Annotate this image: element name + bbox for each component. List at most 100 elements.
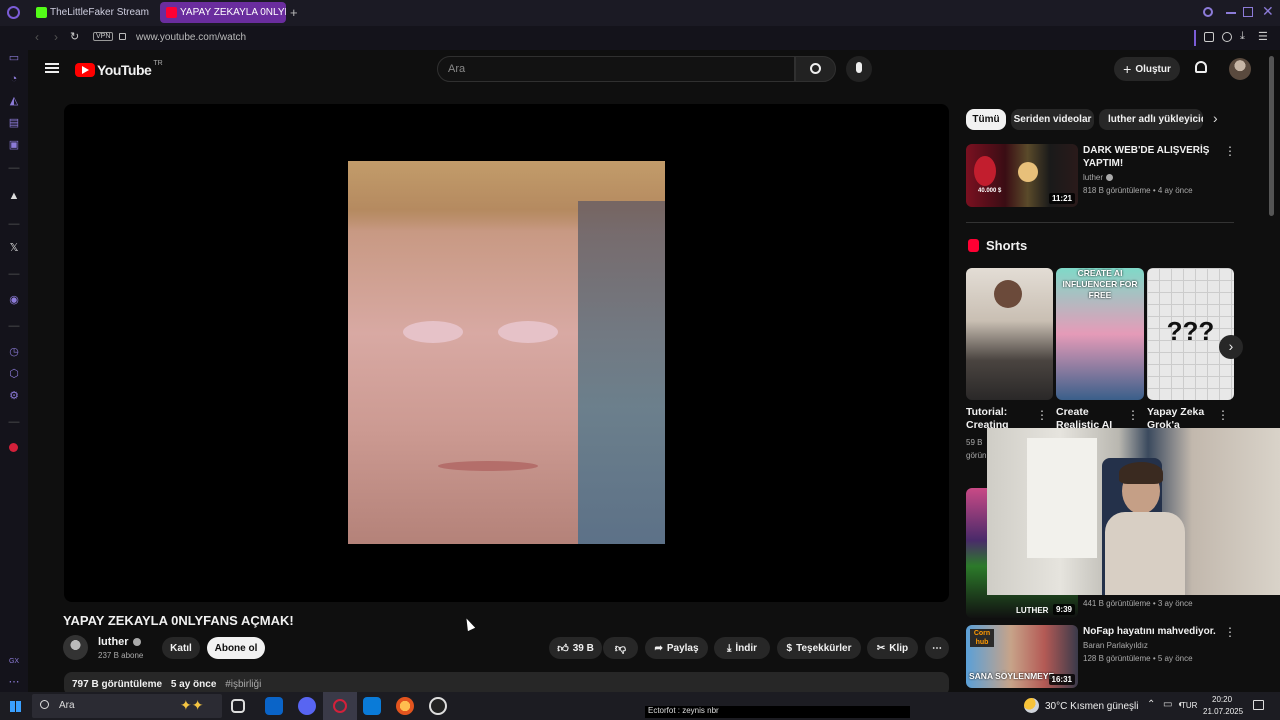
network-icon[interactable]: ▭: [1163, 699, 1172, 710]
recommended-title[interactable]: DARK WEB'DE ALIŞVERİŞ YAPTIM!: [1083, 144, 1213, 170]
notification-center-icon[interactable]: [1253, 700, 1264, 710]
firefox-icon[interactable]: [396, 697, 414, 715]
search-tabs-icon[interactable]: [1203, 7, 1213, 17]
gx-corner-icon[interactable]: ◭: [8, 95, 20, 107]
app-a-icon[interactable]: ▲: [8, 190, 20, 202]
hamburger-menu-icon[interactable]: [45, 63, 59, 73]
search-button[interactable]: [795, 56, 836, 82]
join-button[interactable]: Katıl: [162, 637, 200, 659]
history-icon[interactable]: ◷: [8, 346, 20, 358]
more-options-icon[interactable]: ⋮: [1217, 408, 1229, 422]
taskbar-search[interactable]: Ara ✦✦: [32, 694, 222, 718]
more-actions-button[interactable]: ⋯: [925, 637, 949, 659]
minimize-icon[interactable]: [1226, 12, 1236, 14]
shorts-next-button[interactable]: ›: [1219, 335, 1243, 359]
scissors-icon: ✂: [876, 642, 886, 654]
browser-sidebar: ▭ ◔ ◭ ▤ ▣ — ▲ — 𝕏 — ◉ — ◷ ⬡ ⚙ — GX ⋯: [0, 50, 28, 692]
filter-chip-all[interactable]: Tümü: [966, 109, 1006, 130]
workspaces-icon[interactable]: ▭: [8, 52, 20, 64]
search-icon: [40, 700, 49, 709]
messenger-icon[interactable]: ▣: [8, 139, 20, 151]
clock-date[interactable]: 21.07.2025: [1203, 707, 1243, 716]
thumb-red-figure: [974, 156, 996, 186]
opera-logo-icon[interactable]: [7, 6, 20, 19]
dislike-button[interactable]: 👎︎: [603, 637, 638, 659]
youtube-wordmark: YouTube: [97, 62, 152, 78]
windows-start-icon[interactable]: [10, 701, 21, 712]
weather-text[interactable]: 30°C Kısmen güneşli: [1045, 701, 1139, 712]
chat-ticker-text: Ectorfot : zeynis nbr: [648, 706, 719, 715]
close-window-icon[interactable]: ✕: [1262, 3, 1274, 20]
more-options-icon[interactable]: ⋮: [1036, 408, 1048, 422]
extensions-rail-icon[interactable]: ⬡: [8, 368, 20, 380]
obs-icon[interactable]: [429, 697, 447, 715]
video-player[interactable]: [64, 104, 949, 602]
extensions-icon[interactable]: [1204, 32, 1214, 42]
thumb-corn-badge: Corn hub: [970, 629, 994, 647]
aria-icon[interactable]: ◔: [8, 73, 20, 85]
discord-icon[interactable]: [298, 697, 316, 715]
language-indicator[interactable]: TUR: [1181, 701, 1197, 710]
thanks-button[interactable]: $ Teşekkürler: [777, 637, 861, 659]
page-scrollbar[interactable]: [1269, 56, 1274, 216]
search-input[interactable]: Ara: [437, 56, 795, 82]
clip-button[interactable]: ✂ Klip: [867, 637, 918, 659]
create-button[interactable]: + Oluştur: [1114, 57, 1180, 81]
recommended-channel[interactable]: luther: [1083, 173, 1114, 182]
x-twitter-icon[interactable]: 𝕏: [8, 242, 20, 254]
forward-icon[interactable]: ›: [54, 30, 58, 44]
outlook-icon[interactable]: [265, 697, 283, 715]
player-circle-icon[interactable]: ◉: [8, 294, 20, 306]
weather-icon[interactable]: [1024, 698, 1039, 713]
tab-youtube-video[interactable]: YAPAY ZEKAYLA 0NLYFANS AÇMAK!: [160, 2, 286, 23]
notifications-bell-icon[interactable]: [1195, 61, 1207, 73]
notification-dot-icon[interactable]: [9, 443, 18, 452]
tray-chevron-icon[interactable]: ⌃: [1147, 699, 1155, 710]
hashtag-link[interactable]: #işbirliği: [225, 679, 261, 690]
sidebar-divider: [1194, 30, 1196, 46]
opera-gx-taskbar-icon[interactable]: [323, 692, 357, 720]
reload-icon[interactable]: ↻: [70, 30, 79, 43]
settings-icon[interactable]: ⚙: [8, 390, 20, 402]
video-eye-right: [498, 321, 558, 343]
short-thumb[interactable]: CREATE AI INFLUENCER FOR FREE: [1056, 268, 1144, 400]
more-options-icon[interactable]: ⋮: [1127, 408, 1139, 422]
recommended-thumb[interactable]: 40.000 $ 11:21: [966, 144, 1078, 207]
voice-search-button[interactable]: [846, 56, 872, 82]
account-icon[interactable]: [1222, 32, 1232, 42]
recommended-channel[interactable]: Baran Parlakyıldız: [1083, 641, 1148, 650]
back-icon[interactable]: ‹: [35, 30, 39, 44]
chevron-right-icon[interactable]: ›: [1213, 110, 1218, 126]
subscriber-count: 237 B abone: [98, 651, 144, 660]
recommended-thumb[interactable]: Corn hub SANA SÖYLENMEYE 16:31: [966, 625, 1078, 688]
download-icon[interactable]: ⤓: [1240, 30, 1245, 43]
microphone-icon: [856, 62, 862, 73]
more-options-icon[interactable]: ⋮: [1224, 144, 1236, 158]
tab-thelittlefaker[interactable]: TheLittleFaker Stream - W: [30, 2, 152, 23]
youtube-logo[interactable]: YouTube TR: [75, 60, 163, 78]
more-options-icon[interactable]: ⋮: [1224, 625, 1236, 639]
channel-avatar[interactable]: [63, 635, 88, 660]
like-button[interactable]: 👍︎ 39 B: [549, 637, 602, 659]
filter-chip-uploader[interactable]: luther adlı yükleyicide: [1099, 109, 1203, 130]
clock-time[interactable]: 20:20: [1212, 695, 1232, 704]
recommended-title[interactable]: NoFap hayatını mahvediyor.: [1083, 625, 1218, 638]
subscribe-button[interactable]: Abone ol: [207, 637, 265, 659]
url-field[interactable]: www.youtube.com/watch: [136, 32, 246, 43]
new-tab-button[interactable]: +: [290, 5, 298, 20]
short-thumb[interactable]: ???: [1147, 268, 1234, 400]
channel-name[interactable]: luther: [98, 636, 141, 648]
video-duration: 9:39: [1052, 604, 1075, 615]
restore-icon[interactable]: [1243, 7, 1253, 17]
app-window-icon[interactable]: [363, 697, 381, 715]
filter-chip-series[interactable]: Seriden videolar: [1011, 109, 1094, 130]
vpn-badge[interactable]: VPN: [93, 32, 114, 41]
menu-icon[interactable]: ☰: [1258, 30, 1268, 43]
download-button[interactable]: ⤓ İndir: [714, 637, 770, 659]
player-icon[interactable]: ▤: [8, 117, 20, 129]
task-view-icon[interactable]: [231, 699, 245, 713]
more-icon[interactable]: ⋯: [8, 676, 20, 688]
short-thumb[interactable]: [966, 268, 1053, 400]
share-button[interactable]: ➦ Paylaş: [645, 637, 708, 659]
avatar[interactable]: [1229, 58, 1251, 80]
